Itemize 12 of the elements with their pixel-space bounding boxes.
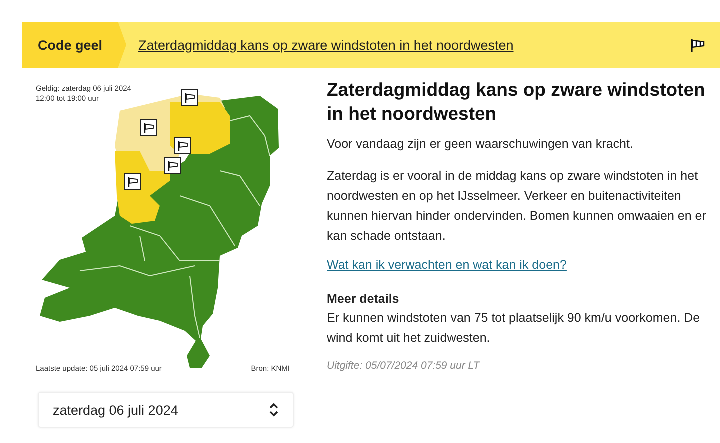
warning-headline-link[interactable]: Zaterdagmiddag kans op zware windstoten in het noordwesten [138, 38, 690, 52]
windsock-icon [690, 37, 706, 53]
issued-text: Uitgifte: 05/07/2024 07:59 uur LT [327, 359, 482, 374]
details-heading: Meer details [327, 291, 400, 308]
article-title: Zaterdagmiddag kans op zware windstoten in het noordwesten [327, 78, 706, 126]
warning-level-label: Code geel [22, 22, 127, 68]
article-paragraph: Zaterdag is er vooral in de middag kans op zware windstoten in het noordwesten en op het IJsselmeer. Verkeer en buitenactiviteiten kunnen hiervan hinder ondervinden. Bomen kunnen omwaaien en er kan schade ontstaan. [327, 168, 708, 245]
date-select[interactable]: zaterdag 06 juli 2024 [38, 392, 294, 428]
details-text: Er kunnen windstoten van 75 tot plaatselijk 90 km/u voorkomen. De wind komt uit het zuidwesten. [327, 310, 702, 347]
updown-chevron-icon [269, 403, 279, 417]
advice-link[interactable]: Wat kan ik verwachten en wat kan ik doen? [327, 258, 716, 272]
article-paragraph: Voor vandaag zijn er geen waarschuwingen van kracht. [327, 136, 634, 153]
